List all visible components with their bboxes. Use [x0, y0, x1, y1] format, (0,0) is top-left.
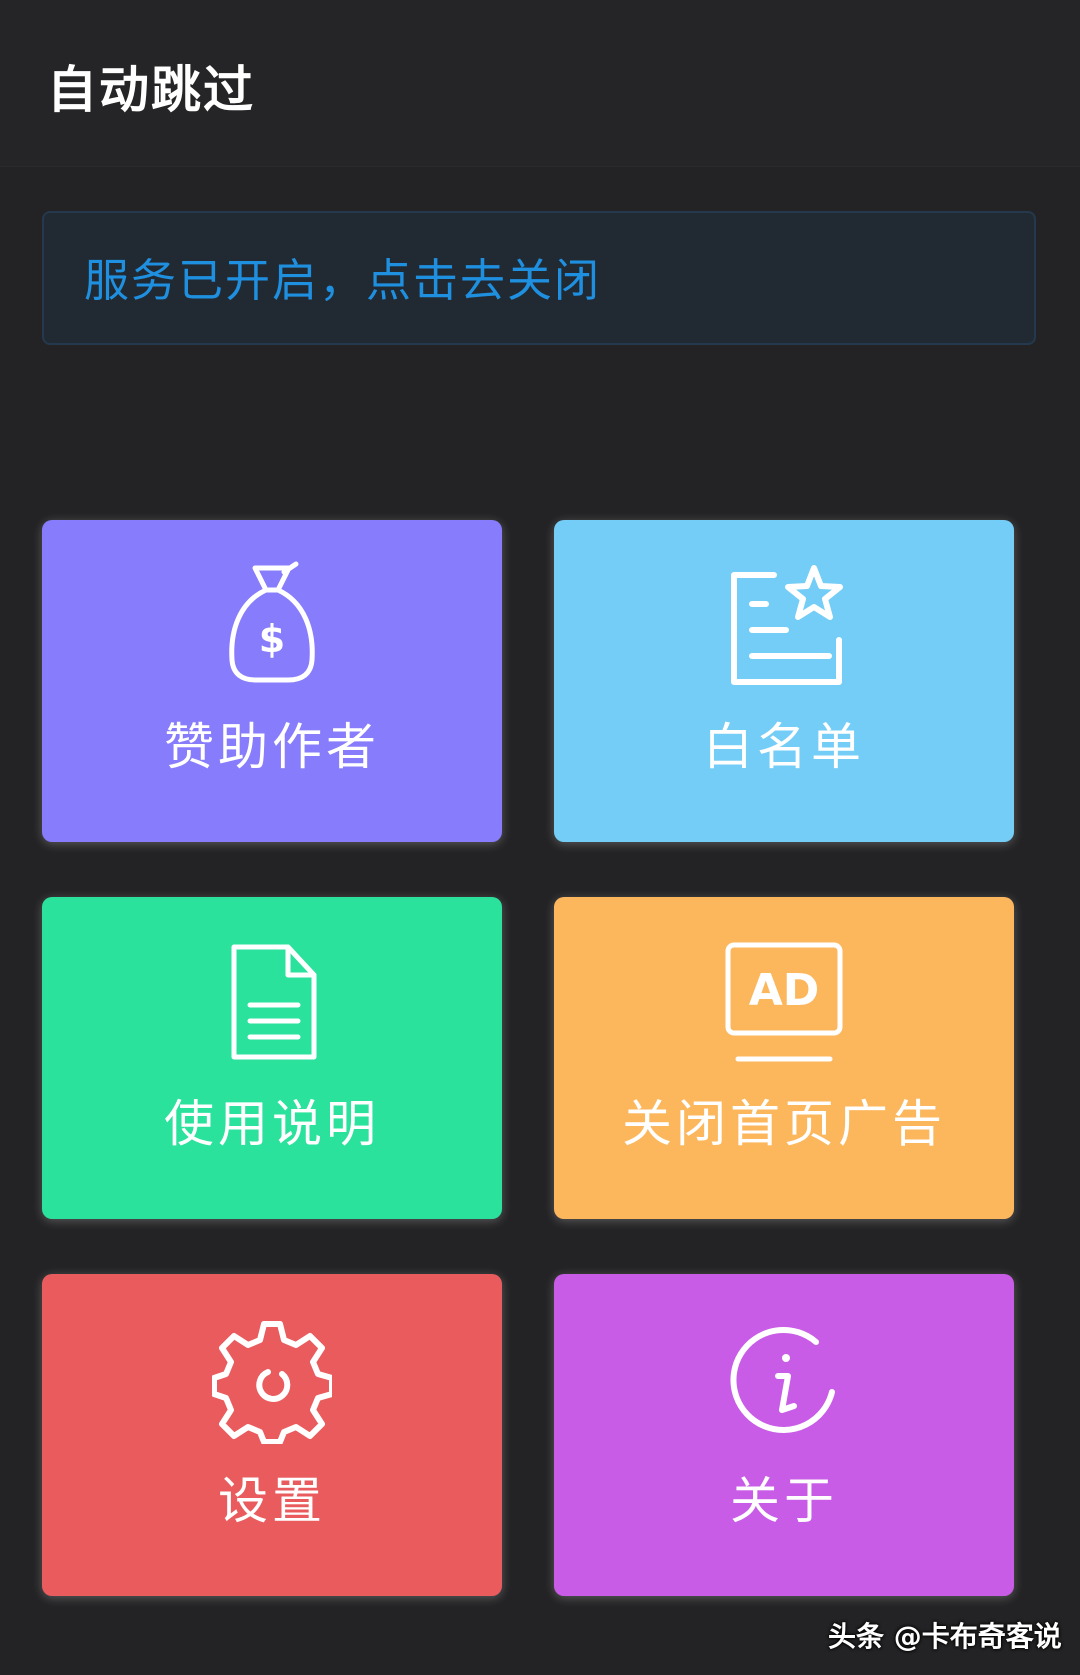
sponsor-author-tile[interactable]: $ 赞助作者 [42, 520, 502, 842]
svg-text:$: $ [259, 617, 285, 661]
whitelist-tile[interactable]: 白名单 [554, 520, 1014, 842]
service-toggle-banner[interactable]: 服务已开启，点击去关闭 [42, 211, 1036, 345]
app-header: 自动跳过 [0, 0, 1080, 167]
svg-text:AD: AD [749, 965, 820, 1016]
instructions-tile[interactable]: 使用说明 [42, 897, 502, 1219]
page-title: 自动跳过 [47, 61, 255, 119]
tile-label: 赞助作者 [164, 718, 380, 776]
tile-label: 使用说明 [164, 1095, 380, 1153]
tile-label: 关闭首页广告 [622, 1095, 946, 1153]
tile-label: 白名单 [703, 718, 865, 776]
close-home-ads-tile[interactable]: AD 关闭首页广告 [554, 897, 1014, 1219]
tile-label: 设置 [218, 1472, 326, 1530]
money-bag-icon: $ [212, 560, 332, 690]
info-icon [724, 1314, 844, 1444]
watermark: 头条 @卡布奇客说 [828, 1620, 1062, 1653]
document-icon [212, 937, 332, 1067]
ad-icon: AD [724, 937, 844, 1067]
whitelist-star-icon [724, 560, 844, 690]
about-tile[interactable]: 关于 [554, 1274, 1014, 1596]
service-status-text: 服务已开启，点击去关闭 [84, 254, 602, 307]
gear-icon [212, 1314, 332, 1444]
tile-label: 关于 [730, 1472, 838, 1530]
settings-tile[interactable]: 设置 [42, 1274, 502, 1596]
